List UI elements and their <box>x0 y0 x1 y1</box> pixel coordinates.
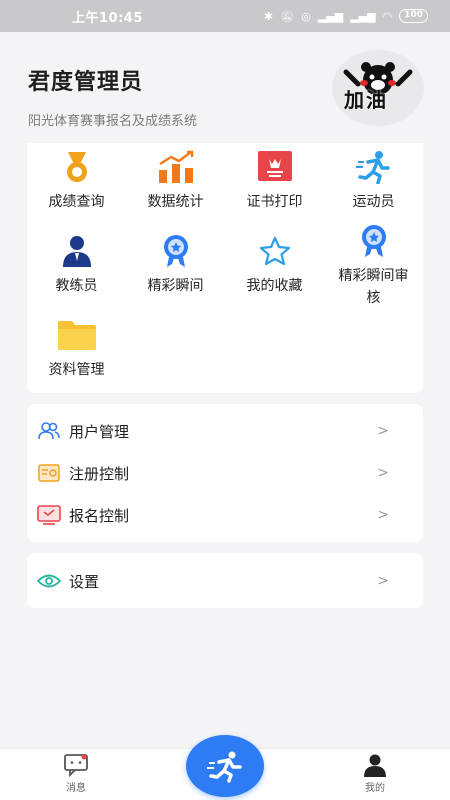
award-badge-icon <box>354 223 394 259</box>
bluetooth-icon: ✱ <box>264 9 274 23</box>
user-profile-icon <box>364 754 386 777</box>
grid-item-label: 精彩瞬间 <box>147 278 204 294</box>
monitor-icon <box>37 505 61 525</box>
grid-item-data-stats[interactable]: 数据统计 <box>126 149 225 213</box>
feature-grid: 成绩查询 数据统计 证书打印 运动员 教练员 精彩瞬间 我的收藏 精彩瞬间审核 … <box>27 143 423 393</box>
runner-icon <box>207 751 242 783</box>
grid-item-label: 运动员 <box>352 194 395 210</box>
system-subtitle: 阳光体育赛事报名及成绩系统 <box>28 114 198 129</box>
status-bar: 上午10:45 ✱ 🔕︎ ◎ ▂▄▆ ▂▄▆ ◠ 100 <box>0 0 450 32</box>
runner-icon <box>354 149 394 185</box>
tab-label: 消息 <box>66 783 86 794</box>
status-time: 上午10:45 <box>72 10 143 26</box>
profile-header: 君度管理员 阳光体育赛事报名及成绩系统 加油 加油 <box>0 32 450 142</box>
users-icon <box>37 421 61 441</box>
mute-icon: 🔕︎ <box>280 9 295 23</box>
tab-mine[interactable]: 我的 <box>345 753 405 794</box>
wifi-icon: ◠ <box>382 9 393 23</box>
message-icon <box>64 754 88 777</box>
status-icons: ✱ 🔕︎ ◎ ▂▄▆ ▂▄▆ ◠ 100 <box>264 9 428 23</box>
alarm-icon: ◎ <box>301 9 311 23</box>
grid-item-certificate-print[interactable]: 证书打印 <box>225 149 324 213</box>
medal-icon <box>57 149 97 185</box>
grid-item-favorites[interactable]: 我的收藏 <box>225 233 324 297</box>
tab-messages[interactable]: 消息 <box>46 753 106 794</box>
menu-item-label: 报名控制 <box>69 506 130 525</box>
grid-item-label: 教练员 <box>55 278 98 294</box>
grid-item-label: 数据统计 <box>147 194 204 210</box>
chevron-right-icon: > <box>377 423 389 439</box>
grid-item-label: 证书打印 <box>246 194 303 210</box>
grid-item-highlights[interactable]: 精彩瞬间 <box>126 233 225 297</box>
battery-indicator: 100 <box>399 9 428 23</box>
settings-section: 设置 > <box>27 553 423 608</box>
grid-item-label: 我的收藏 <box>246 278 303 294</box>
menu-item-label: 设置 <box>69 572 100 591</box>
menu-item-registration-control[interactable]: 注册控制 > <box>27 453 423 493</box>
signal-2-icon: ▂▄▆ <box>350 9 376 23</box>
menu-item-settings[interactable]: 设置 > <box>27 561 423 601</box>
id-card-icon <box>37 463 61 483</box>
grid-item-label: 精彩瞬间审核 <box>338 268 409 306</box>
bar-chart-icon <box>156 149 196 185</box>
grid-item-highlights-review[interactable]: 精彩瞬间审核 <box>324 223 423 309</box>
menu-item-user-management[interactable]: 用户管理 > <box>27 411 423 451</box>
certificate-icon <box>255 149 295 185</box>
menu-item-label: 用户管理 <box>69 422 130 441</box>
avatar-cheer-text: 加油 <box>344 88 388 112</box>
menu-item-label: 注册控制 <box>69 464 130 483</box>
grid-item-coaches[interactable]: 教练员 <box>27 233 126 297</box>
grid-item-label: 成绩查询 <box>48 194 105 210</box>
grid-item-athletes[interactable]: 运动员 <box>324 149 423 213</box>
menu-item-registration-signup-control[interactable]: 报名控制 > <box>27 495 423 535</box>
signal-icon: ▂▄▆ <box>317 9 344 23</box>
grid-item-label: 资料管理 <box>48 362 105 378</box>
sports-action-button[interactable] <box>186 735 264 797</box>
grid-item-document-management[interactable]: 资料管理 <box>27 317 126 381</box>
coach-icon <box>57 233 97 269</box>
chevron-right-icon: > <box>377 573 389 589</box>
folder-icon <box>57 317 97 353</box>
chevron-right-icon: > <box>377 507 389 523</box>
grid-item-score-query[interactable]: 成绩查询 <box>27 149 126 213</box>
star-icon <box>255 233 295 269</box>
admin-menu: 用户管理 > 注册控制 > 报名控制 > <box>27 404 423 542</box>
tab-label: 我的 <box>365 783 385 794</box>
user-name: 君度管理员 <box>28 70 144 95</box>
chevron-right-icon: > <box>377 465 389 481</box>
eye-icon <box>37 571 61 591</box>
award-badge-icon <box>156 233 196 269</box>
